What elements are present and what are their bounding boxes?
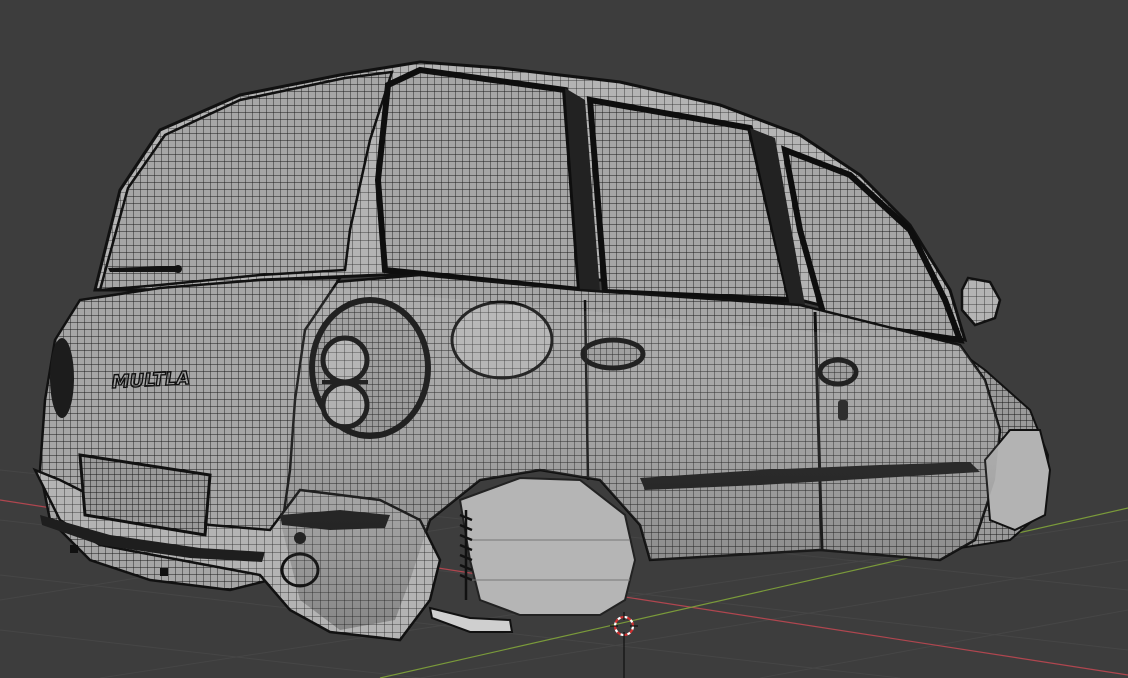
tow-hook: [70, 545, 78, 553]
3d-viewport[interactable]: MULTLA: [0, 0, 1128, 678]
viewport-canvas[interactable]: MULTLA: [0, 0, 1128, 678]
bumper-sensor: [160, 568, 168, 576]
axle-arm: [428, 606, 514, 633]
wheel-well-rear: [458, 476, 637, 616]
side-mirror: [960, 276, 1002, 327]
car-mesh[interactable]: MULTLA: [32, 60, 1052, 642]
model-badge: MULTLA: [111, 368, 191, 393]
tail-light-left: [50, 338, 74, 418]
side-window-rear: [374, 66, 584, 294]
